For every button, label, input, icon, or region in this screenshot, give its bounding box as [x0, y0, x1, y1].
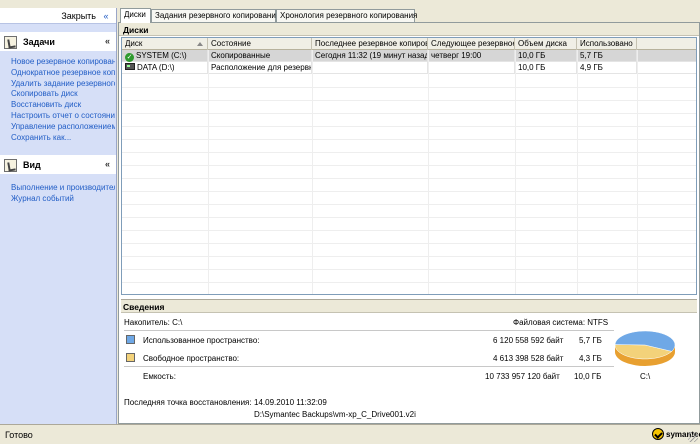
- tab-backup-jobs[interactable]: Задания резервного копирования: [151, 9, 280, 22]
- separator: [124, 330, 614, 331]
- task-link-configure-status-report[interactable]: Настроить отчет о состоянии: [11, 111, 115, 122]
- top-band: [0, 0, 700, 8]
- collapse-chevron-icon[interactable]: «: [105, 36, 110, 46]
- column-header-disk[interactable]: Диск: [122, 38, 208, 50]
- drive-label: Накопитель: C:\: [124, 318, 183, 327]
- free-space-label: Свободное пространство:: [143, 354, 240, 363]
- used-space-swatch: [126, 335, 135, 344]
- sidebar-close-bar[interactable]: Закрыть «: [0, 8, 116, 24]
- view-section-title: Вид: [23, 160, 41, 171]
- free-space-bytes: 4 613 398 528 байт: [493, 354, 564, 363]
- column-header-used[interactable]: Использовано: [577, 38, 637, 50]
- collapse-chevron-icon[interactable]: «: [105, 159, 110, 169]
- grid-column-divider: [577, 50, 578, 294]
- sort-ascending-icon: [197, 42, 203, 46]
- task-link-copy-disk[interactable]: Скопировать диск: [11, 89, 115, 100]
- column-header-last-backup[interactable]: Последнее резервное копирование: [312, 38, 428, 50]
- task-sidebar: Закрыть « Задачи « Новое резервное копир…: [0, 8, 117, 424]
- task-link-new-backup[interactable]: Новое резервное копирование: [11, 57, 115, 68]
- disk-next-backup: четверг 19:00: [428, 50, 515, 62]
- status-bar: Готово symantec.: [0, 424, 700, 444]
- restore-point-label: Последняя точка восстановления:: [124, 398, 252, 407]
- sidebar-close-label[interactable]: Закрыть: [61, 11, 96, 21]
- grid-column-divider: [208, 50, 209, 294]
- tasks-icon: [4, 36, 17, 49]
- used-space-gb: 5,7 ГБ: [579, 336, 602, 345]
- details-panel: Сведения Накопитель: C:\ Файловая систем…: [121, 299, 697, 423]
- tab-disks[interactable]: Диски: [120, 8, 151, 23]
- column-header-state[interactable]: Состояние: [208, 38, 312, 50]
- capacity-gb: 10,0 ГБ: [574, 372, 602, 381]
- disk-size: 10,0 ГБ: [515, 50, 577, 62]
- tasks-list: Новое резервное копирование Однократное …: [0, 51, 116, 151]
- tasks-section-title: Задачи: [23, 37, 55, 47]
- grid-header: Диск Состояние Последнее резервное копир…: [122, 38, 696, 50]
- used-space-label: Использованное пространство:: [143, 336, 260, 345]
- view-link-performance[interactable]: Выполнение и производительность: [11, 183, 115, 194]
- used-space-bytes: 6 120 558 592 байт: [493, 336, 564, 345]
- view-icon: [4, 159, 17, 173]
- view-link-event-log[interactable]: Журнал событий: [11, 194, 115, 205]
- symantec-logo-icon: [652, 428, 664, 440]
- disk-size: 10,0 ГБ: [515, 62, 577, 74]
- status-text: Готово: [5, 430, 33, 440]
- tasks-section-header[interactable]: Задачи «: [0, 32, 116, 51]
- restore-point-date: 14.09.2010 11:32:09: [254, 398, 327, 407]
- free-space-gb: 4,3 ГБ: [579, 354, 602, 363]
- capacity-bytes: 10 733 957 120 байт: [485, 372, 560, 381]
- disk-state: Скопированные: [208, 50, 312, 62]
- grid-column-divider: [637, 50, 638, 294]
- column-header-next-backup[interactable]: Следующее резервное копирование: [428, 38, 515, 50]
- disk-name: DATA (D:\): [137, 63, 175, 72]
- column-header-disk-size[interactable]: Объем диска: [515, 38, 577, 50]
- task-link-manage-backup-location[interactable]: Управление расположением резервных копий: [11, 122, 115, 133]
- tab-strip: Диски Задания резервного копирования Хро…: [118, 8, 700, 23]
- restore-point-path: D:\Symantec Backups\vm-xp_C_Drive001.v2i: [254, 410, 416, 419]
- pie-drive-label: C:\: [640, 372, 651, 381]
- task-link-restore-disk[interactable]: Восстановить диск: [11, 100, 115, 111]
- disk-last-backup: [312, 62, 428, 74]
- grid-column-divider: [428, 50, 429, 294]
- view-list: Выполнение и производительность Журнал с…: [0, 174, 116, 213]
- disk-used: 4,9 ГБ: [577, 62, 637, 74]
- disks-section-title: Диски: [119, 23, 699, 36]
- resize-grip-icon[interactable]: [688, 432, 698, 442]
- main-panel: Диски Задания резервного копирования Хро…: [118, 8, 700, 424]
- task-link-one-time-backup[interactable]: Однократное резервное копирование: [11, 68, 115, 79]
- free-space-swatch: [126, 353, 135, 362]
- grid-column-divider: [312, 50, 313, 294]
- tab-content: Диски Диск Состояние Последнее резервное…: [118, 22, 700, 424]
- tab-backup-history[interactable]: Хронология резервного копирования: [276, 9, 417, 22]
- disk-state: Расположение для резервных копий: [208, 62, 312, 74]
- details-section-title: Сведения: [121, 300, 697, 313]
- grid-column-divider: [515, 50, 516, 294]
- separator: [124, 366, 614, 367]
- disk-name: SYSTEM (C:\): [136, 51, 187, 60]
- hard-drive-icon: [125, 63, 135, 70]
- check-ok-icon: ✓: [125, 53, 134, 62]
- task-link-save-as[interactable]: Сохранить как...: [11, 133, 115, 144]
- disk-usage-pie-chart: [614, 330, 676, 366]
- disk-next-backup: [428, 62, 515, 74]
- task-link-delete-backup-job[interactable]: Удалить задание резервного копирования: [11, 79, 115, 90]
- disk-used: 5,7 ГБ: [577, 50, 637, 62]
- filesystem-label: Файловая система: NTFS: [513, 318, 609, 327]
- disk-last-backup: Сегодня 11:32 (19 минут назад): [312, 50, 428, 62]
- collapse-arrow-icon[interactable]: «: [100, 10, 112, 22]
- capacity-label: Емкость:: [143, 372, 176, 381]
- disks-grid: Диск Состояние Последнее резервное копир…: [121, 37, 697, 295]
- view-section-header[interactable]: Вид «: [0, 155, 116, 175]
